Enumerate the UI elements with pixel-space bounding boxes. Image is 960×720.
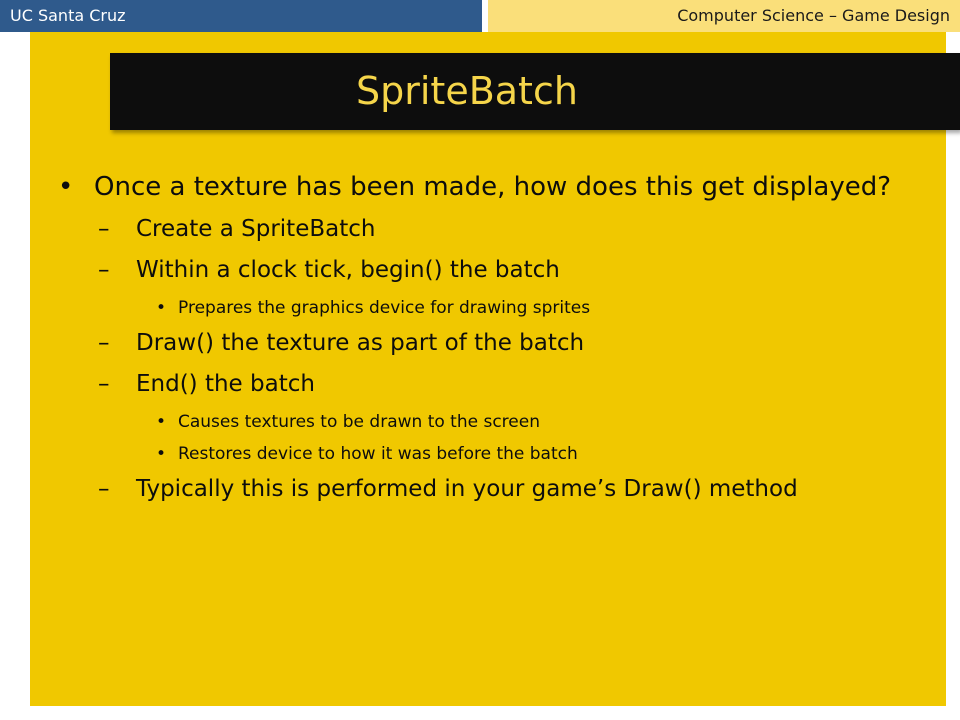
sub-sub-bullet-item: • Prepares the graphics device for drawi… [58, 296, 918, 320]
bullet-marker: • [156, 298, 167, 318]
title-bar: SpriteBatch [110, 53, 960, 130]
sub-bullet-item: – Within a clock tick, begin() the batch [58, 255, 918, 285]
bullet-marker: • [58, 172, 74, 202]
dash-marker: – [98, 216, 110, 242]
sub-sub-bullet-item: • Causes textures to be drawn to the scr… [58, 410, 918, 434]
bullet-marker: • [156, 444, 167, 464]
dash-marker: – [98, 371, 110, 397]
bullet-text: Once a texture has been made, how does t… [94, 172, 892, 202]
sub-sub-bullet-item: • Restores device to how it was before t… [58, 442, 918, 466]
dash-marker: – [98, 330, 110, 356]
sub-sub-bullet-text: Restores device to how it was before the… [178, 444, 578, 464]
sub-sub-bullet-text: Prepares the graphics device for drawing… [178, 298, 591, 318]
sub-bullet-text: Within a clock tick, begin() the batch [136, 257, 560, 283]
course-label: Computer Science – Game Design [677, 6, 950, 25]
sub-bullet-text: Typically this is performed in your game… [136, 476, 798, 502]
sub-bullet-text: End() the batch [136, 371, 315, 397]
sub-bullet-item: – Typically this is performed in your ga… [58, 474, 918, 504]
slide: UC Santa Cruz Computer Science – Game De… [0, 0, 960, 720]
sub-bullet-item: – End() the batch [58, 369, 918, 399]
sub-sub-bullet-text: Causes textures to be drawn to the scree… [178, 412, 540, 432]
bullet-list: • Once a texture has been made, how does… [58, 170, 918, 515]
dash-marker: – [98, 257, 110, 283]
bullet-item: • Once a texture has been made, how does… [58, 170, 918, 204]
sub-bullet-item: – Create a SpriteBatch [58, 214, 918, 244]
institution-label: UC Santa Cruz [10, 6, 126, 25]
sub-bullet-text: Draw() the texture as part of the batch [136, 330, 585, 356]
sub-bullet-text: Create a SpriteBatch [136, 216, 376, 242]
bullet-marker: • [156, 412, 167, 432]
header-right-bar: Computer Science – Game Design [488, 0, 960, 32]
sub-bullet-item: – Draw() the texture as part of the batc… [58, 328, 918, 358]
slide-title: SpriteBatch [356, 69, 578, 113]
dash-marker: – [98, 476, 110, 502]
header-left-bar: UC Santa Cruz [0, 0, 482, 32]
